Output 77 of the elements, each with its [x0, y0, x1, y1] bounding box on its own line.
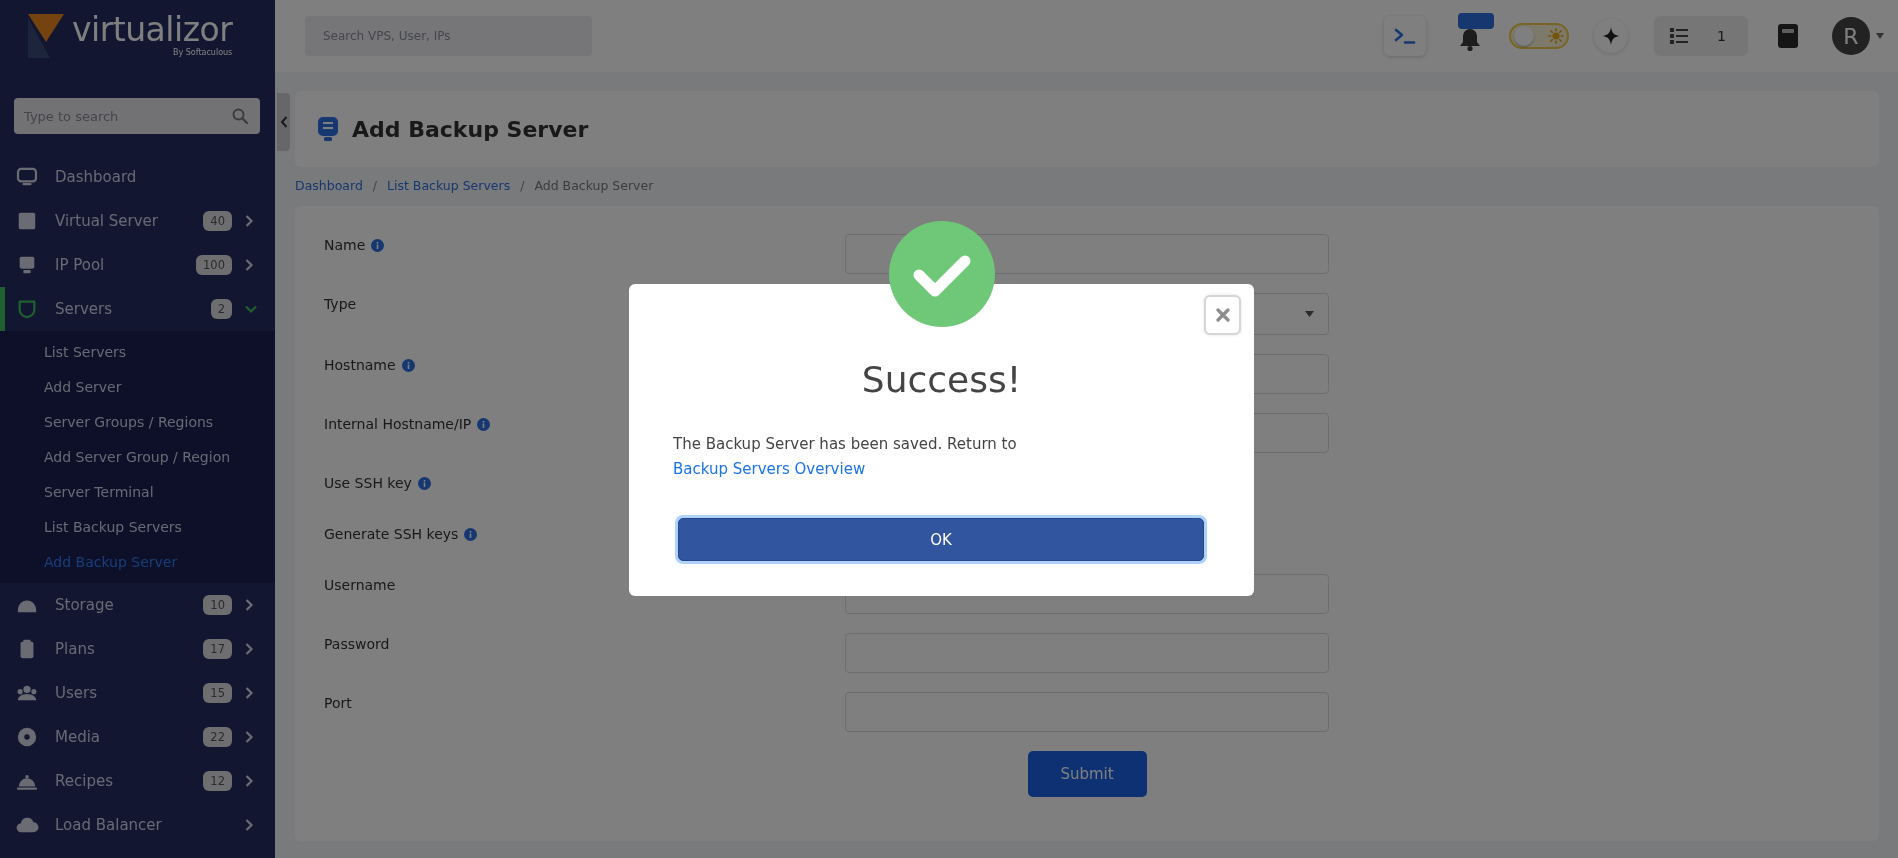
- submenu-item[interactable]: List Servers: [0, 335, 275, 370]
- item-count: 1: [1717, 28, 1726, 44]
- sun-icon: [1548, 28, 1564, 44]
- server-icon: [317, 116, 339, 142]
- logo-tagline: By Softaculous: [173, 48, 233, 58]
- chevron-right-icon[interactable]: [244, 214, 254, 228]
- chevron-right-icon[interactable]: [244, 686, 254, 700]
- close-icon: [1215, 308, 1230, 322]
- field-label: Type: [324, 296, 357, 312]
- menu-item[interactable]: IP Pool: [14, 254, 197, 276]
- field-label: Username: [324, 577, 396, 593]
- submit-button[interactable]: Submit: [1027, 751, 1147, 797]
- ok-button[interactable]: OK: [678, 518, 1204, 561]
- submenu-item[interactable]: Server Terminal: [0, 475, 275, 510]
- user-avatar[interactable]: R: [1832, 17, 1870, 55]
- backup-servers-link[interactable]: Backup Servers Overview: [673, 460, 866, 478]
- chevron-right-icon[interactable]: [244, 730, 254, 744]
- breadcrumb-separator: /: [372, 177, 378, 195]
- chevron-right-icon[interactable]: [244, 598, 254, 612]
- sparkle-icon: [1602, 27, 1620, 45]
- terminal-icon: [1394, 27, 1416, 45]
- submenu-item[interactable]: Add Server Group / Region: [0, 440, 275, 475]
- field-label: Use SSH key: [324, 475, 412, 491]
- count-badge: 40: [203, 211, 232, 231]
- menu-item[interactable]: Storage: [14, 594, 204, 616]
- book-icon[interactable]: [1777, 23, 1799, 49]
- caret-icon[interactable]: [1876, 33, 1884, 39]
- chevron-right-icon[interactable]: [244, 642, 254, 656]
- dialog-title: Success!: [861, 359, 1022, 401]
- chevron-right-icon[interactable]: [244, 258, 254, 272]
- active-indicator: [0, 287, 5, 331]
- count-badge: 100: [196, 255, 232, 275]
- field-label: Generate SSH keys: [324, 526, 459, 542]
- monitor-icon: [14, 166, 40, 188]
- submenu-item[interactable]: Server Groups / Regions: [0, 405, 275, 440]
- chevron-left-icon: [279, 116, 288, 128]
- sidebar-collapse-button[interactable]: [277, 93, 290, 151]
- menu-item[interactable]: Virtual Server: [14, 210, 204, 232]
- menu-item[interactable]: Dashboard: [14, 166, 254, 188]
- list-icon[interactable]: [1670, 27, 1688, 45]
- terminal-button[interactable]: [1384, 16, 1426, 56]
- count-badge: 22: [203, 727, 232, 747]
- submenu-item[interactable]: List Backup Servers: [0, 510, 275, 545]
- menu-item[interactable]: Servers: [14, 298, 211, 320]
- breadcrumb-link[interactable]: Dashboard: [295, 176, 363, 196]
- count-badge: 12: [203, 771, 232, 791]
- close-button[interactable]: [1204, 295, 1241, 335]
- page-title: Add Backup Server: [352, 116, 589, 142]
- field-label: Port: [324, 695, 352, 711]
- dialog-message: The Backup Server has been saved. Return to Backup Servers Overview: [673, 434, 1018, 480]
- field-label: Internal Hostname/IP: [324, 416, 472, 432]
- breadcrumb-link[interactable]: List Backup Servers: [387, 176, 511, 196]
- menu-item[interactable]: Load Balancer: [14, 814, 244, 836]
- field-label: Name: [324, 237, 366, 253]
- menu-item[interactable]: Recipes: [14, 770, 204, 792]
- sparkle-button[interactable]: [1594, 19, 1628, 53]
- caret-icon: [1305, 311, 1314, 317]
- field-label: Password: [324, 636, 390, 652]
- menu-item[interactable]: Media: [14, 726, 204, 748]
- theme-toggle[interactable]: [1509, 23, 1569, 49]
- bell-icon[interactable]: [1459, 26, 1481, 52]
- count-badge: 15: [203, 683, 232, 703]
- logo-text: virtualizor: [72, 12, 233, 48]
- search-icon: [232, 108, 248, 124]
- menu-item[interactable]: Plans: [14, 638, 204, 660]
- chevron-right-icon[interactable]: [244, 818, 254, 832]
- submenu-item[interactable]: Add Backup Server: [0, 545, 275, 580]
- count-badge: 10: [203, 595, 232, 615]
- count-badge: 17: [203, 639, 232, 659]
- chevron-right-icon[interactable]: [244, 774, 254, 788]
- notification-badge-icon: [1458, 13, 1494, 29]
- breadcrumb-separator: /: [520, 177, 525, 195]
- submenu-item[interactable]: Add Server: [0, 370, 275, 405]
- menu-item[interactable]: Users: [14, 682, 204, 704]
- count-badge: 2: [210, 299, 232, 319]
- breadcrumb-current: Add Backup Server: [534, 177, 654, 195]
- field-label: Hostname: [324, 357, 396, 373]
